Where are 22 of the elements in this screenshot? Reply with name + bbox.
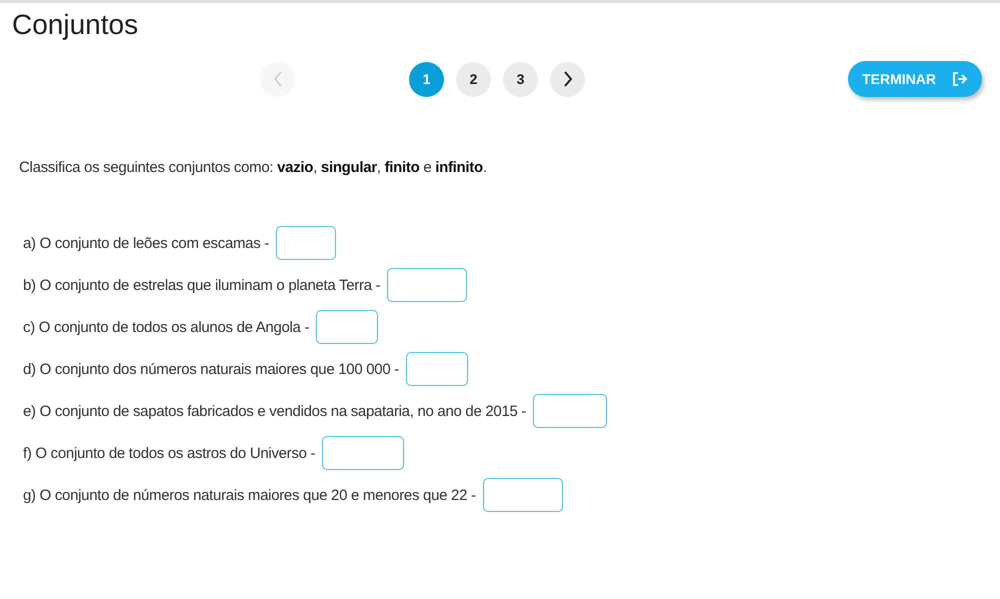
question-text: a) O conjunto de leões com escamas -: [23, 234, 269, 252]
question-text: g) O conjunto de números naturais maiores que 20 e menores que 22 -: [23, 486, 476, 504]
question-text: f) O conjunto de todos os astros do Universo -: [23, 444, 316, 462]
next-button[interactable]: [550, 62, 585, 96]
answer-box[interactable]: [316, 310, 378, 344]
question-text: c) O conjunto de todos os alunos de Angola -: [23, 318, 310, 336]
question-text: b) O conjunto de estrelas que iluminam o planeta Terra -: [23, 276, 380, 294]
answer-box[interactable]: [533, 394, 608, 428]
answer-box[interactable]: [322, 436, 404, 470]
answer-box[interactable]: [387, 268, 468, 302]
page-button[interactable]: 3: [503, 62, 538, 96]
answer-box[interactable]: [276, 226, 336, 260]
exit-icon: [952, 71, 968, 87]
question-text: d) O conjunto dos números naturais maiores que 100 000 -: [23, 360, 399, 378]
answer-box[interactable]: [406, 352, 468, 386]
question-text: e) O conjunto de sapatos fabricados e vendidos na sapataria, no ano de 2015 -: [23, 402, 526, 420]
page-button[interactable]: 2: [456, 62, 491, 96]
instruction-text: Classifica os seguintes conjuntos como: vazio, singular, finito e infinito.: [19, 159, 488, 176]
answer-box[interactable]: [482, 478, 563, 512]
page-title: Conjuntos: [12, 9, 140, 41]
chevron-left-icon: [272, 71, 282, 87]
chevron-right-icon: [562, 71, 572, 87]
